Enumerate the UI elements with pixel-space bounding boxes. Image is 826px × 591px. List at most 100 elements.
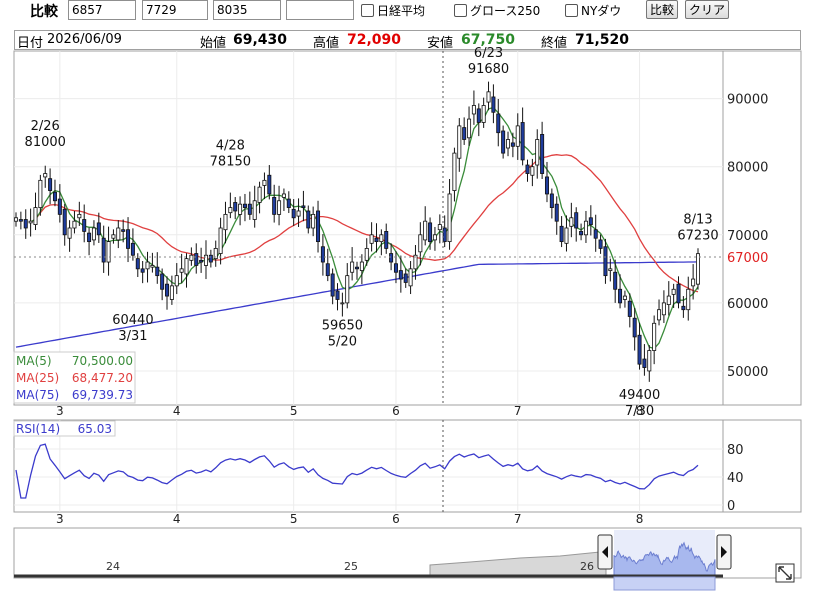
candle-body [252, 200, 257, 220]
candle-body [43, 173, 48, 178]
candle-body [452, 152, 457, 191]
candle-body [272, 196, 277, 215]
candle-body [476, 108, 481, 123]
candle-body [23, 219, 28, 229]
navigator-label-24: 24 [106, 560, 120, 573]
navigator-right-handle[interactable] [716, 534, 732, 570]
annotation-value: 49400 [619, 388, 660, 403]
candle-body [155, 266, 160, 277]
candle-body [145, 261, 150, 270]
annotation-date: 8/13 [683, 213, 712, 228]
candle-body [637, 334, 642, 365]
rsi-tick-label: 80 [727, 443, 744, 458]
candle-body [379, 234, 384, 243]
candle-body [330, 273, 335, 297]
price-tick-label: 50000 [727, 365, 768, 380]
candle-body [496, 113, 501, 134]
candle-body [501, 130, 506, 154]
x-tick-label: 3 [56, 512, 64, 526]
chart-canvas[interactable]: 2/2681000604403/314/2878150596505/206/23… [0, 0, 826, 591]
candle-body [101, 237, 106, 263]
candle-body [13, 217, 18, 222]
candle-body [657, 309, 662, 321]
expand-icon[interactable] [775, 563, 795, 583]
candle-body [169, 285, 174, 300]
candle-body [96, 222, 101, 236]
candle-body [428, 222, 433, 243]
candle-body [403, 273, 408, 283]
legend-ma25-name: MA(25) [16, 371, 59, 385]
annotation-value: 78150 [210, 154, 251, 169]
x-tick-label: 4 [173, 512, 181, 526]
candle-body [432, 234, 437, 241]
candle-body [525, 164, 530, 174]
candle-body [72, 220, 77, 229]
candle-body [540, 133, 545, 174]
candle-body [510, 142, 515, 147]
candle-body [389, 253, 394, 263]
legend-ma5-value: 70,500.00 [72, 354, 133, 368]
candle-body [281, 193, 286, 198]
candle-body [588, 217, 593, 225]
legend-ma75-name: MA(75) [16, 388, 59, 402]
candle-body [471, 105, 476, 115]
candle-body [423, 220, 428, 241]
candle-body [67, 227, 72, 239]
candle-body [691, 278, 696, 287]
candle-body [233, 202, 238, 212]
annotation-value: 81000 [25, 135, 66, 150]
candle-body [559, 225, 564, 243]
candle-body [491, 96, 496, 113]
candle-body [627, 300, 632, 317]
x-axis-bottom: 3 4 5 6 7 8 [56, 512, 643, 526]
navigator-scroll-thumb[interactable] [613, 576, 716, 591]
candle-body [418, 234, 423, 253]
candle-body [257, 186, 262, 203]
candle-body [374, 237, 379, 243]
candle-body [681, 305, 686, 311]
candle-body [325, 263, 330, 277]
candle-body [359, 261, 364, 271]
candle-body [48, 178, 53, 191]
current-price-label: 67000 [727, 251, 768, 266]
candle-body [642, 358, 647, 368]
candle-body [320, 246, 325, 263]
candle-body [194, 253, 199, 266]
rsi-legend-name: RSI(14) [16, 422, 60, 436]
x-axis-top: 3 4 5 6 7 8 [56, 404, 643, 418]
rsi-tick-label: 40 [727, 471, 744, 486]
candle-body [189, 254, 194, 261]
candle-body [447, 193, 452, 243]
x-tick-label: 3 [56, 404, 64, 418]
candle-body [111, 234, 116, 239]
candle-body [520, 122, 525, 161]
candle-body [335, 290, 340, 300]
candle-body [608, 268, 613, 271]
candle-body [661, 302, 666, 316]
candle-body [286, 198, 291, 208]
candle-body [549, 193, 554, 208]
candle-body [52, 191, 57, 202]
navigator-left-handle[interactable] [597, 534, 613, 570]
candle-body [126, 229, 131, 249]
candle-body [647, 350, 652, 372]
candle-body [583, 220, 588, 236]
candle-body [316, 210, 321, 243]
x-tick-label: 7 [514, 512, 522, 526]
annotation-value: 60440 [112, 313, 153, 328]
candle-body [87, 232, 92, 243]
annotation-date: 6/23 [474, 46, 503, 61]
candle-body [408, 268, 413, 287]
candle-body [135, 258, 140, 270]
annotation-value: 59650 [322, 318, 363, 333]
candle-body [228, 207, 233, 214]
candle-body [247, 203, 252, 215]
candle-body [242, 203, 247, 208]
legend-ma75-value: 69,739.73 [72, 388, 133, 402]
rsi-tick-label: 0 [727, 499, 735, 514]
candle-body [564, 227, 569, 244]
candle-body [77, 213, 82, 219]
annotation-date: 2/26 [31, 119, 60, 134]
candle-body [686, 288, 691, 311]
candle-body [208, 254, 213, 263]
